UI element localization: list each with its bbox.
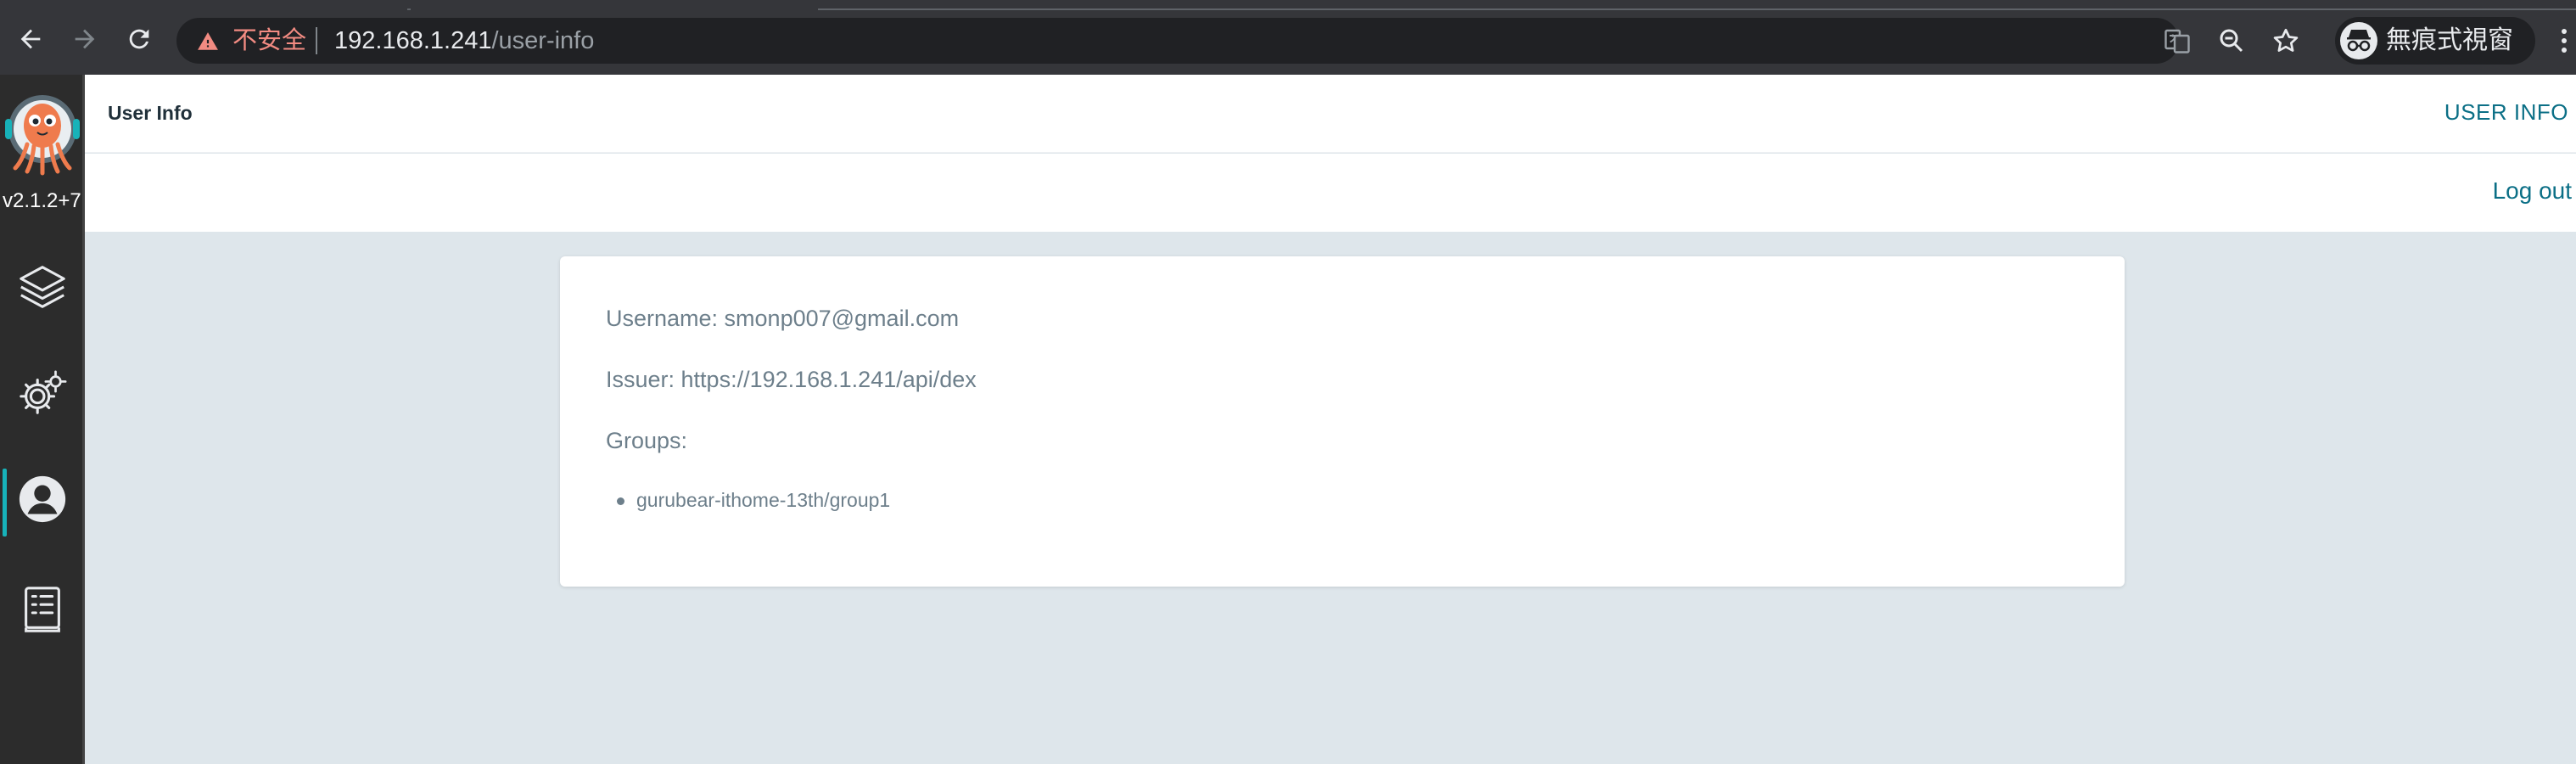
more-vert-icon[interactable] — [2556, 25, 2573, 56]
star-icon[interactable] — [2271, 25, 2301, 56]
tab-edge — [818, 0, 2576, 10]
username-text: Username: smonp007@gmail.com — [606, 306, 960, 331]
action-bar — [85, 154, 2576, 232]
forward-icon — [75, 29, 95, 49]
back-icon — [20, 29, 41, 49]
zoom-out-icon[interactable] — [2216, 25, 2247, 56]
logout-button[interactable]: Log out — [2493, 177, 2572, 205]
list-bullet — [617, 497, 624, 505]
translate-icon[interactable] — [2162, 25, 2192, 56]
book-icon — [25, 587, 60, 632]
groups-label: Groups: — [606, 428, 688, 453]
layers-icon — [20, 266, 65, 308]
app-version: v2.1.2+7 — [3, 189, 81, 212]
separator — [316, 27, 317, 54]
security-status[interactable]: 不安全 — [232, 25, 306, 56]
sidebar-item-applications[interactable] — [0, 246, 85, 328]
page-title: User Info — [108, 102, 193, 124]
tab-strip — [407, 0, 2576, 12]
argo-logo-icon[interactable] — [3, 88, 81, 183]
url-host: 192.168.1.241 — [334, 27, 492, 54]
reload-button[interactable] — [119, 19, 160, 59]
url-path: /user-info — [491, 27, 595, 54]
user-circle-icon — [19, 475, 66, 523]
url-text[interactable]: 192.168.1.241/user-info — [334, 25, 594, 56]
sidebar-item-documentation[interactable] — [0, 569, 85, 650]
issuer-text: Issuer: https://192.168.1.241/api/dex — [606, 367, 977, 392]
warning-icon — [198, 32, 218, 50]
sidebar-item-settings[interactable] — [0, 352, 85, 434]
incognito-icon — [2340, 22, 2377, 59]
incognito-label: 無痕式視窗 — [2386, 26, 2513, 54]
sidebar-item-user-info[interactable] — [0, 458, 85, 540]
gear-icon — [20, 370, 67, 414]
back-button[interactable] — [10, 19, 51, 59]
tab-edge — [407, 0, 411, 10]
forward-button[interactable] — [64, 19, 105, 59]
group-list-item: gurubear-ithome-13th/group1 — [636, 489, 891, 511]
reload-icon — [129, 29, 149, 49]
page-header — [85, 75, 2576, 153]
breadcrumb-user-info[interactable]: USER INFO — [2444, 98, 2568, 126]
